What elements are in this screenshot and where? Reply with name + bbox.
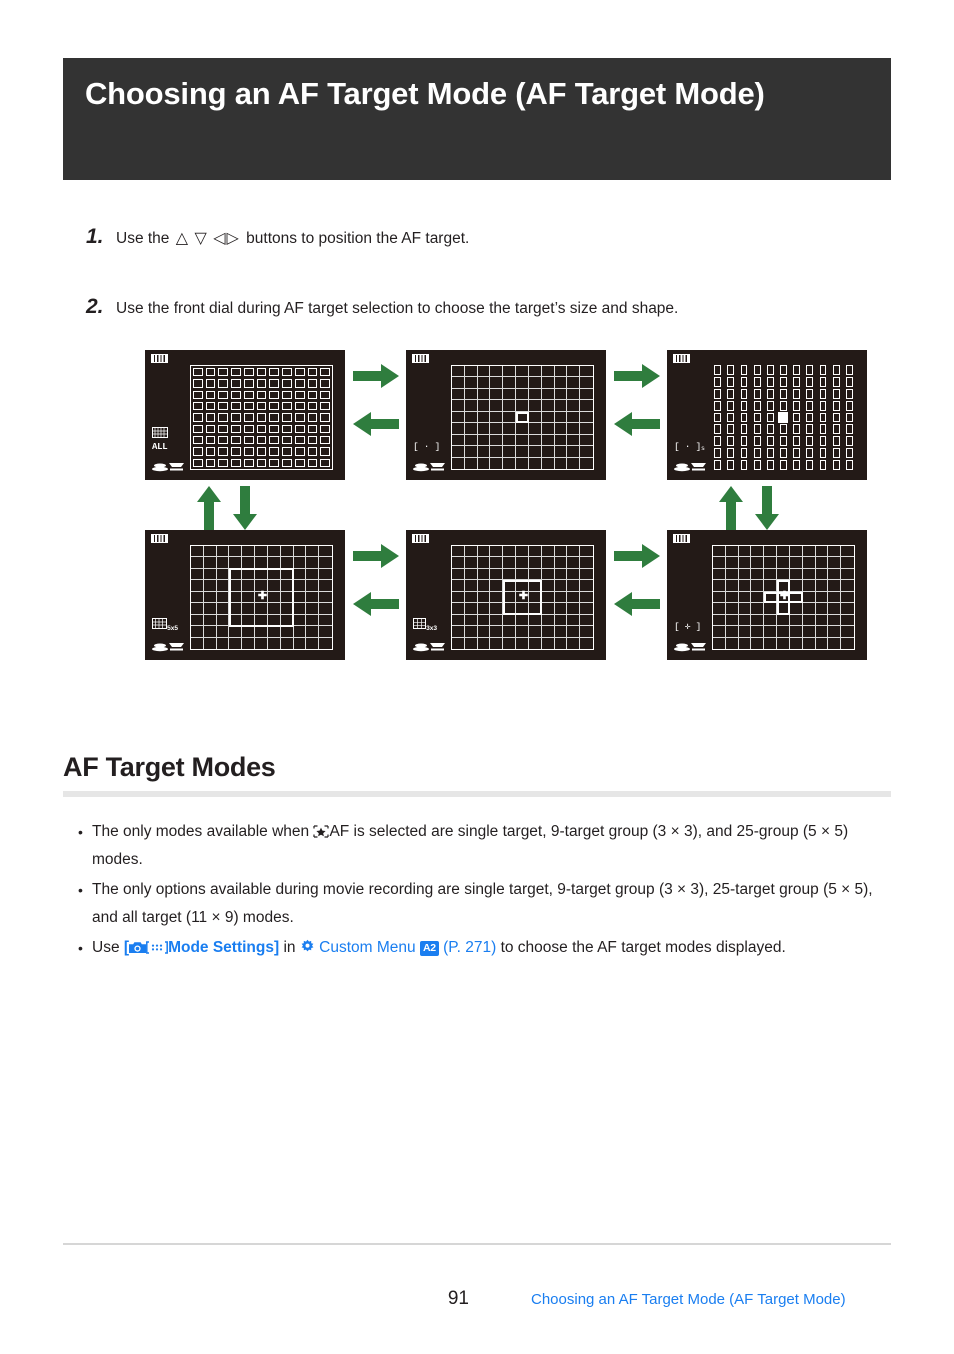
cells-small [712, 365, 855, 470]
battery-icon [412, 354, 429, 363]
step-1-text-after: buttons to position the AF target. [246, 230, 470, 247]
battery-icon [673, 534, 690, 543]
arrow-down-left [233, 486, 257, 530]
cells-all [190, 365, 333, 470]
arrow-left-3 [353, 592, 399, 616]
battery-icon [151, 354, 168, 363]
use-label: Use [92, 939, 120, 956]
cells-3x3 [451, 545, 594, 650]
bullet-3-text: Use [ Mode Settings] in Custom Menu A2 (… [92, 934, 786, 962]
stack-icon [413, 643, 445, 652]
arrow-up-left [197, 486, 221, 530]
cells-5x5 [190, 545, 333, 650]
group-icon [152, 618, 167, 629]
page-number: 91 [447, 1288, 469, 1309]
grid-small [712, 365, 855, 470]
grid-all [190, 365, 333, 470]
stack-icon [152, 643, 184, 652]
bullet-3-tail: to choose the AF target modes displayed. [500, 939, 786, 956]
grid-icon [152, 427, 168, 438]
step-1-text-before: Use the [116, 230, 170, 247]
step-1-text: Use the △ ▽ ◁▷ buttons to position the A… [116, 227, 469, 251]
cells-cross [712, 545, 855, 650]
dpad-arrows-icon: △ ▽ ◁▷ [175, 230, 240, 247]
arrow-left-1 [353, 412, 399, 436]
cells-single [451, 365, 594, 470]
list-item: • Use [ Mode Settings] in Custom Menu A2… [78, 934, 878, 962]
group-icon [413, 618, 426, 629]
af-target-icon[interactable] [146, 941, 169, 954]
screen-small-target: [ · ]s [667, 350, 867, 480]
list-item: • The only modes available when AF is se… [78, 818, 878, 874]
grid-cross: ✚ [712, 545, 855, 650]
page-footer: 91 Choosing an AF Target Mode (AF Target… [63, 1288, 891, 1310]
camera-icon[interactable] [129, 941, 147, 954]
mode-label-single: [ · ] [413, 441, 441, 452]
bullet-dot: • [78, 940, 83, 956]
mode-label-3x3: 3x3 [413, 618, 437, 632]
footer-divider [63, 1243, 891, 1245]
arrow-right-3 [353, 544, 399, 568]
footer-title-link[interactable]: Choosing an AF Target Mode (AF Target Mo… [531, 1291, 846, 1308]
screen-group-3x3: 3x3 ✚ [406, 530, 606, 660]
screen-all-target: ALL [145, 350, 345, 480]
in-label: in [283, 939, 296, 956]
stack-icon [674, 463, 706, 472]
stack-icon [674, 643, 706, 652]
status-badge-a2: A2 [419, 941, 439, 956]
custom-menu-link[interactable]: Custom Menu [319, 939, 415, 956]
arrow-up-right [719, 486, 743, 530]
star-af-icon [313, 825, 330, 838]
bullet-2-text: The only options available during movie … [92, 881, 873, 926]
mode-label-5x5: 5x5 [152, 618, 178, 632]
arrow-left-4 [614, 592, 660, 616]
mode-label-cross: [ ✛ ] [674, 621, 702, 632]
battery-icon [151, 534, 168, 543]
page-title-bar: Choosing an AF Target Mode (AF Target Mo… [63, 58, 891, 180]
section-heading: AF Target Modes [63, 752, 276, 782]
arrow-right-2 [614, 364, 660, 388]
step-2: 2. Use the front dial during AF target s… [86, 295, 866, 320]
step-1-number: 1. [86, 225, 104, 248]
step-1: 1. Use the △ ▽ ◁▷ buttons to position th… [86, 225, 846, 251]
gear-icon [301, 939, 314, 952]
af-target-modes-notes: • The only modes available when AF is se… [78, 818, 878, 964]
mode-label-all: ALL [152, 427, 168, 452]
page-reference-link[interactable]: (P. 271) [443, 939, 496, 956]
section-af-target-modes: AF Target Modes [63, 752, 891, 797]
mode-label-small: [ · ]s [674, 441, 705, 452]
battery-icon [673, 354, 690, 363]
stack-icon [152, 463, 184, 472]
arrow-right-1 [353, 364, 399, 388]
screen-single-target: [ · ] [406, 350, 606, 480]
screen-cross-target: [ ✛ ] ✚ [667, 530, 867, 660]
mode-settings-link[interactable]: Mode Settings] [168, 939, 279, 956]
battery-icon [412, 534, 429, 543]
arrow-left-2 [614, 412, 660, 436]
bullet-dot: • [78, 882, 83, 898]
stack-icon [413, 463, 445, 472]
arrow-down-right [755, 486, 779, 530]
page-title: Choosing an AF Target Mode (AF Target Mo… [85, 76, 765, 111]
bullet-1-before: The only modes available when [92, 823, 314, 840]
list-item: • The only options available during movi… [78, 876, 878, 932]
grid-single [451, 365, 594, 470]
step-2-text: Use the front dial during AF target sele… [116, 300, 679, 317]
bullet-dot: • [78, 824, 83, 840]
screen-group-5x5: 5x5 ✚ [145, 530, 345, 660]
bullet-1-text: The only modes available when AF is sele… [92, 818, 878, 874]
af-target-mode-diagram: ALL [·] [·]s 5x5 ✚ 3x3 ✚ [✛] ✚ [145, 350, 870, 662]
grid-3x3: ✚ [451, 545, 594, 650]
step-2-number: 2. [86, 295, 104, 318]
arrow-right-4 [614, 544, 660, 568]
grid-5x5: ✚ [190, 545, 333, 650]
section-divider [63, 791, 891, 797]
